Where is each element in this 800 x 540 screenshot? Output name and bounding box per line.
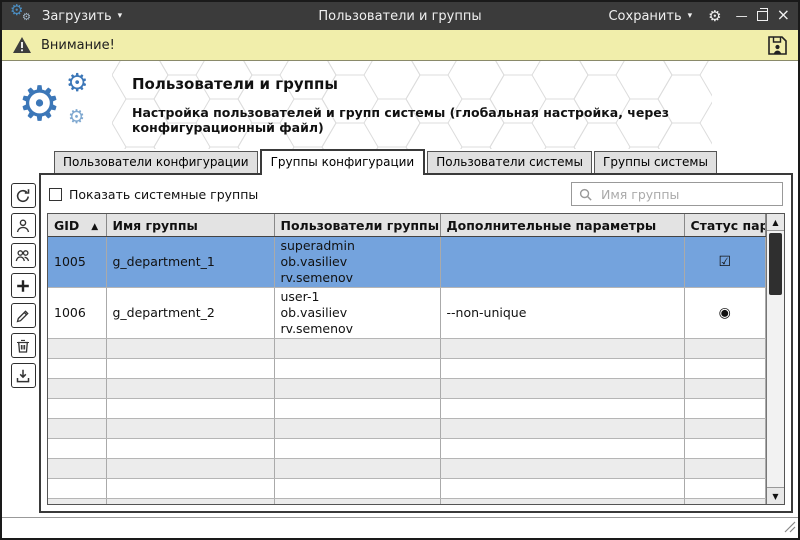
app-window: ⚙ ⚙ Загрузить ▾ Пользователи и группы Со… xyxy=(0,0,800,540)
checkbox-box-icon xyxy=(49,188,62,201)
group-user: rv.semenov xyxy=(281,270,434,286)
save-menu-label: Сохранить xyxy=(608,9,681,24)
users-groups-gears-icon: ⚙ ⚙ ⚙ xyxy=(18,68,104,142)
refresh-button[interactable] xyxy=(11,183,36,208)
empty-row xyxy=(48,399,766,419)
panel-controls: Показать системные группы xyxy=(47,179,785,213)
window-buttons: — × xyxy=(736,9,790,23)
chevron-down-icon: ▾ xyxy=(688,12,693,21)
group-search-box xyxy=(571,182,783,206)
warning-triangle-icon xyxy=(12,36,32,54)
scroll-up-button[interactable]: ▲ xyxy=(767,214,784,231)
page-subtitle: Настройка пользователей и групп системы … xyxy=(132,105,798,135)
group-name-cell: g_department_2 xyxy=(106,288,274,339)
app-gears-icon: ⚙ ⚙ xyxy=(10,4,36,28)
tab-config-users[interactable]: Пользователи конфигурации xyxy=(54,151,258,173)
side-toolbar xyxy=(7,173,39,517)
tab-system-groups[interactable]: Группы системы xyxy=(594,151,717,173)
group-user: rv.semenov xyxy=(281,321,434,337)
group-user: ob.vasiliev xyxy=(281,254,434,270)
group-row-1006[interactable]: 1006g_department_2user-1ob.vasilievrv.se… xyxy=(48,288,766,339)
pencil-icon xyxy=(15,308,31,324)
group-row-1005[interactable]: 1005g_department_1superadminob.vasilievr… xyxy=(48,237,766,288)
sort-asc-icon: ▲ xyxy=(91,222,98,232)
resize-grip-icon[interactable] xyxy=(784,518,796,537)
empty-row xyxy=(48,379,766,399)
load-menu-button[interactable]: Загрузить ▾ xyxy=(38,7,126,26)
empty-row xyxy=(48,439,766,459)
column-header-password-status[interactable]: Статус пароля xyxy=(684,214,766,237)
status-bar xyxy=(2,517,798,538)
page-header: ⚙ ⚙ ⚙ Пользователи и группы Настройка по… xyxy=(2,61,798,149)
maximize-button[interactable] xyxy=(757,11,768,21)
plus-icon xyxy=(15,278,31,294)
extra-params-cell: --non-unique xyxy=(440,288,684,339)
empty-row xyxy=(48,359,766,379)
gid-cell: 1005 xyxy=(48,237,106,288)
table-header-row: GID▲Имя группыПользователи группыДополни… xyxy=(48,214,766,237)
scrollbar-thumb[interactable] xyxy=(769,233,782,295)
group-users-cell: superadminob.vasilievrv.semenov xyxy=(274,237,440,288)
chevron-down-icon: ▾ xyxy=(118,12,123,21)
save-menu-button[interactable]: Сохранить ▾ xyxy=(604,7,696,26)
groups-table: GID▲Имя группыПользователи группыДополни… xyxy=(48,214,766,504)
user-button[interactable] xyxy=(11,213,36,238)
show-system-groups-checkbox[interactable]: Показать системные группы xyxy=(49,187,258,202)
groups-table-wrap: GID▲Имя группыПользователи группыДополни… xyxy=(47,213,785,505)
user-icon xyxy=(15,218,31,234)
column-header-params[interactable]: Дополнительные параметры xyxy=(440,214,684,237)
search-input[interactable] xyxy=(599,186,776,203)
empty-row xyxy=(48,419,766,439)
password-status-cell: ☑ xyxy=(684,237,766,288)
trash-icon xyxy=(15,338,31,354)
floppy-user-icon xyxy=(767,35,788,56)
import-button[interactable] xyxy=(11,363,36,388)
group-user: user-1 xyxy=(281,289,434,305)
close-button[interactable]: × xyxy=(777,7,790,23)
main-area: Показать системные группы GID▲Имя групп xyxy=(2,173,798,517)
tab-config-groups[interactable]: Группы конфигурации xyxy=(260,149,426,175)
edit-button[interactable] xyxy=(11,303,36,328)
column-header-users[interactable]: Пользователи группы xyxy=(274,214,440,237)
empty-row xyxy=(48,339,766,359)
tab-system-users[interactable]: Пользователи системы xyxy=(427,151,592,173)
group-user: superadmin xyxy=(281,238,434,254)
add-button[interactable] xyxy=(11,273,36,298)
table-body: 1005g_department_1superadminob.vasilievr… xyxy=(48,237,766,505)
empty-row xyxy=(48,499,766,505)
empty-row xyxy=(48,479,766,499)
group-button[interactable] xyxy=(11,243,36,268)
import-icon xyxy=(15,368,31,384)
settings-gear-icon[interactable]: ⚙ xyxy=(708,9,721,24)
checkbox-label: Показать системные группы xyxy=(69,187,258,202)
refresh-icon xyxy=(15,188,31,204)
extra-params-cell xyxy=(440,237,684,288)
gid-cell: 1006 xyxy=(48,288,106,339)
password-status-cell: ◉ xyxy=(684,288,766,339)
column-header-name[interactable]: Имя группы xyxy=(106,214,274,237)
load-menu-label: Загрузить xyxy=(42,9,112,24)
column-header-gid[interactable]: GID▲ xyxy=(48,214,106,237)
search-icon xyxy=(578,187,593,202)
vertical-scrollbar[interactable]: ▲ ▼ xyxy=(766,214,784,504)
delete-button[interactable] xyxy=(11,333,36,358)
save-users-button[interactable] xyxy=(767,35,788,56)
page-title: Пользователи и группы xyxy=(132,75,798,93)
minimize-button[interactable]: — xyxy=(736,10,748,22)
titlebar: ⚙ ⚙ Загрузить ▾ Пользователи и группы Со… xyxy=(2,2,798,30)
group-users-cell: user-1ob.vasilievrv.semenov xyxy=(274,288,440,339)
empty-row xyxy=(48,459,766,479)
warning-label: Внимание! xyxy=(41,38,115,53)
groups-panel: Показать системные группы GID▲Имя групп xyxy=(39,173,793,513)
group-user: ob.vasiliev xyxy=(281,305,434,321)
warning-bar: Внимание! xyxy=(2,30,798,61)
tabs: Пользователи конфигурацииГруппы конфигур… xyxy=(2,149,798,175)
users-group-icon xyxy=(15,248,31,264)
scroll-down-button[interactable]: ▼ xyxy=(767,487,784,504)
group-name-cell: g_department_1 xyxy=(106,237,274,288)
